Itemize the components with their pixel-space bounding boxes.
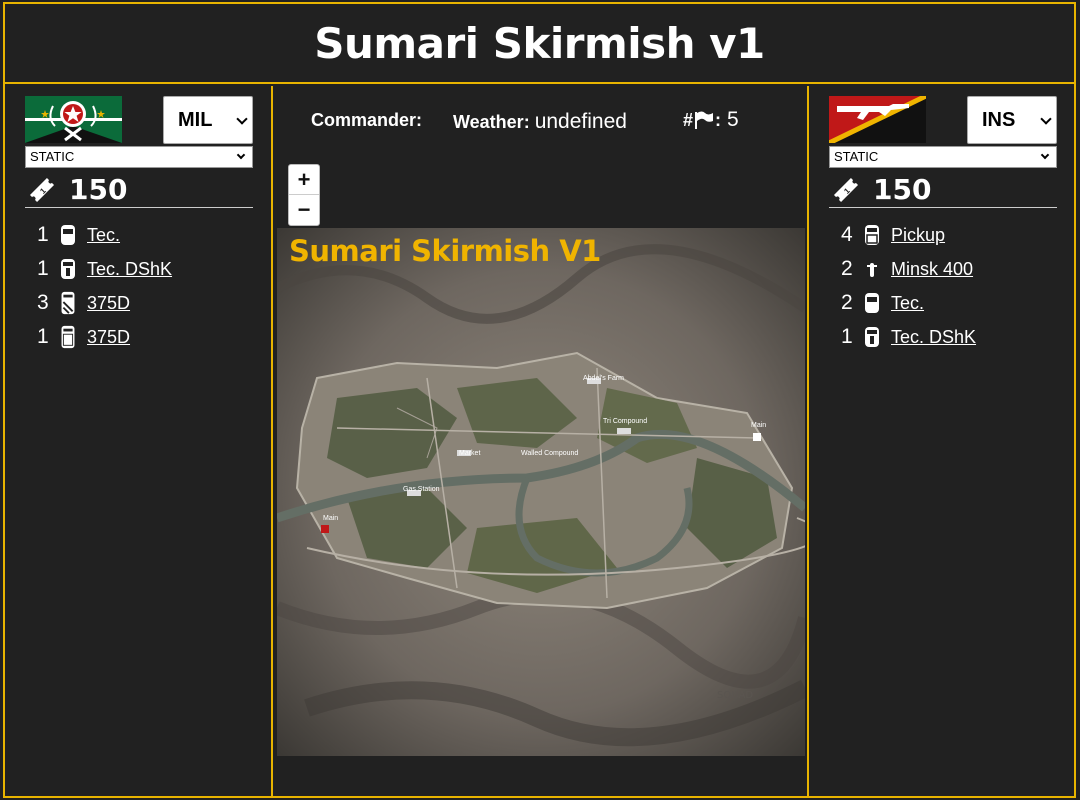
unit-link-375d[interactable]: 375D bbox=[87, 327, 130, 348]
unit-quantity: 2 bbox=[841, 291, 853, 314]
technical-mg-icon bbox=[865, 327, 879, 347]
right-unit-list: 4 Pickup 2 Minsk 400 2 Tec. 1 Tec. DShK bbox=[841, 218, 1057, 354]
unit-link-pickup[interactable]: Pickup bbox=[891, 225, 945, 246]
match-info-bar: Commander: Weather: undefined # : 5 bbox=[311, 106, 781, 136]
list-item: 3 375D bbox=[37, 286, 253, 320]
left-tickets: 1 150 bbox=[25, 172, 253, 208]
ticket-icon: 1 bbox=[29, 177, 55, 202]
zoom-control: + − bbox=[288, 164, 320, 226]
left-ticket-count: 150 bbox=[69, 173, 128, 206]
flag-icon bbox=[695, 111, 714, 129]
map-label-abdels-farm: Abdel's Farm bbox=[583, 375, 625, 382]
unit-quantity: 1 bbox=[841, 325, 853, 348]
map-label-main-east: Main bbox=[751, 422, 767, 429]
list-item: 1 Tec. bbox=[37, 218, 253, 252]
left-faction-select[interactable]: MIL bbox=[163, 96, 253, 144]
list-item: 2 Minsk 400 bbox=[841, 252, 1057, 286]
list-item: 1 Tec. DShK bbox=[841, 320, 1057, 354]
right-mode-select[interactable]: STATIC bbox=[829, 146, 1057, 168]
flag-count-value: 5 bbox=[727, 108, 739, 131]
map-label-gas-station: Gas Station bbox=[403, 486, 440, 493]
list-item: 1 375D bbox=[37, 320, 253, 354]
mil-faction-flag bbox=[25, 96, 122, 143]
right-faction-select[interactable]: INS bbox=[967, 96, 1057, 144]
technical-icon bbox=[865, 293, 879, 313]
left-unit-list: 1 Tec. 1 Tec. DShK 3 375D 1 375D bbox=[37, 218, 253, 354]
left-mode-value: STATIC bbox=[30, 149, 75, 164]
weather-value: undefined bbox=[534, 110, 627, 133]
map-title: Sumari Skirmish V1 bbox=[289, 234, 601, 268]
commander-label: Commander: bbox=[311, 110, 423, 130]
chevron-down-icon bbox=[236, 150, 246, 160]
right-tickets: 1 150 bbox=[829, 172, 1057, 208]
unit-link-tec-dshk[interactable]: Tec. DShK bbox=[87, 259, 172, 280]
left-faction-value: MIL bbox=[178, 108, 213, 131]
right-team-header: INS bbox=[829, 96, 1057, 146]
map-label-tri-compound: Tri Compound bbox=[603, 418, 648, 425]
unit-quantity: 1 bbox=[37, 325, 49, 348]
unit-quantity: 1 bbox=[37, 223, 49, 246]
list-item: 1 Tec. DShK bbox=[37, 252, 253, 286]
zoom-in-button[interactable]: + bbox=[289, 165, 319, 195]
unit-link-tec[interactable]: Tec. bbox=[87, 225, 120, 246]
list-item: 4 Pickup bbox=[841, 218, 1057, 252]
chevron-down-icon bbox=[1040, 113, 1052, 125]
left-team-panel: MIL STATIC 1 150 1 Tec. 1 Tec. DShK 3 37… bbox=[5, 86, 273, 798]
ticket-icon: 1 bbox=[833, 177, 859, 202]
weather-info: Weather: undefined bbox=[453, 110, 627, 134]
pickup-icon bbox=[865, 225, 879, 245]
right-ticket-count: 150 bbox=[873, 173, 932, 206]
unit-link-tec[interactable]: Tec. bbox=[891, 293, 924, 314]
page-header: Sumari Skirmish v1 bbox=[5, 4, 1074, 84]
motorbike-icon bbox=[867, 263, 877, 277]
list-item: 2 Tec. bbox=[841, 286, 1057, 320]
ins-faction-flag bbox=[829, 96, 926, 143]
map-label-walled-compound: Walled Compound bbox=[521, 450, 579, 457]
right-mode-value: STATIC bbox=[834, 149, 879, 164]
truck-icon bbox=[61, 291, 75, 315]
left-mode-select[interactable]: STATIC bbox=[25, 146, 253, 168]
weather-label: Weather: bbox=[453, 112, 530, 132]
chevron-down-icon bbox=[1040, 150, 1050, 160]
flag-count-colon: : bbox=[715, 109, 722, 130]
unit-link-tec-dshk[interactable]: Tec. DShK bbox=[891, 327, 976, 348]
unit-link-minsk-400[interactable]: Minsk 400 bbox=[891, 259, 973, 280]
right-team-panel: INS STATIC 1 150 4 Pickup 2 Minsk 400 2 … bbox=[807, 86, 1076, 798]
technical-mg-icon bbox=[61, 259, 75, 279]
flag-count-prefix: # bbox=[683, 109, 694, 130]
unit-quantity: 1 bbox=[37, 257, 49, 280]
svg-text:SQUAD: SQUAD bbox=[717, 690, 753, 701]
flag-count: # : 5 bbox=[683, 108, 739, 132]
unit-quantity: 4 bbox=[841, 223, 853, 246]
map-label-market: Market bbox=[459, 450, 481, 457]
map-panel: Commander: Weather: undefined # : 5 + − bbox=[275, 86, 807, 798]
unit-link-375d[interactable]: 375D bbox=[87, 293, 130, 314]
zoom-out-button[interactable]: − bbox=[289, 195, 319, 225]
chevron-down-icon bbox=[236, 113, 248, 125]
left-team-header: MIL bbox=[25, 96, 253, 146]
app-frame: Sumari Skirmish v1 MIL STATIC 1 150 1 Te… bbox=[3, 2, 1076, 798]
unit-quantity: 2 bbox=[841, 257, 853, 280]
right-faction-value: INS bbox=[982, 108, 1016, 131]
map-view[interactable]: SQUAD Sumari Skirmish V1 Abdel's Farm Tr… bbox=[277, 228, 805, 756]
technical-icon bbox=[61, 225, 75, 245]
truck-icon bbox=[61, 325, 75, 349]
page-title: Sumari Skirmish v1 bbox=[314, 18, 765, 68]
map-image: SQUAD bbox=[277, 228, 805, 756]
map-label-main-west: Main bbox=[323, 515, 339, 522]
unit-quantity: 3 bbox=[37, 291, 49, 314]
